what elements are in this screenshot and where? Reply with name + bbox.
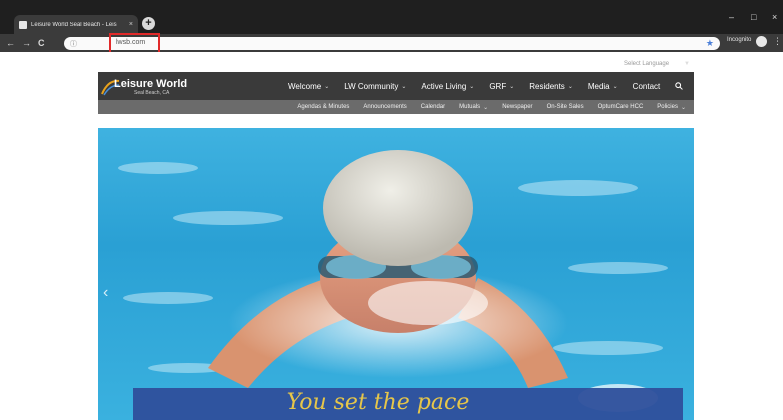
nav-item-label: Residents <box>529 81 565 91</box>
chevron-down-icon: ⌄ <box>483 104 489 111</box>
logo-name: Leisure World <box>114 78 188 90</box>
forward-icon[interactable]: → <box>22 37 31 49</box>
nav-item-grf[interactable]: GRF ⌄ <box>489 82 514 91</box>
hero-slider: ‹ You set the pace <box>98 128 694 420</box>
incognito-avatar-icon[interactable] <box>756 36 767 47</box>
secondary-menu: Agendas & Minutes Announcements Calendar… <box>297 100 686 114</box>
main-menu: Welcome ⌄ LW Community ⌄ Active Living ⌄ GR… <box>288 72 684 100</box>
nav-item-label: Contact <box>632 81 661 91</box>
close-window-icon[interactable]: × <box>772 12 777 22</box>
language-select-label: Select Language <box>624 60 670 67</box>
chevron-down-icon: ⌄ <box>567 83 573 90</box>
chevron-down-icon: ⌄ <box>680 104 686 111</box>
browser-tab[interactable]: Leisure World Seal Beach - Leis × <box>14 15 138 34</box>
nav-item-active-living[interactable]: Active Living ⌄ <box>421 82 474 91</box>
subnav-item-label: Policies <box>657 104 678 110</box>
site-favicon-icon <box>19 20 27 29</box>
browser-menu-icon[interactable]: ⋮ <box>773 36 782 47</box>
back-icon[interactable]: ← <box>6 37 15 49</box>
chevron-down-icon: ⌄ <box>612 83 618 90</box>
subnav-item-agendas-minutes[interactable]: Agendas & Minutes <box>297 104 349 110</box>
tab-close-icon[interactable]: × <box>129 21 133 28</box>
maximize-icon[interactable]: □ <box>751 12 756 22</box>
subnav-item-newspaper[interactable]: Newspaper <box>502 104 532 110</box>
nav-item-welcome[interactable]: Welcome ⌄ <box>288 82 329 91</box>
nav-item-label: Active Living <box>421 81 467 91</box>
site-logo[interactable]: Leisure World Seal Beach, CA <box>100 75 188 97</box>
subnav-item-on-site-sales[interactable]: On-Site Sales <box>547 104 584 110</box>
logo-subtitle: Seal Beach, CA <box>134 90 170 96</box>
slider-prev-icon[interactable]: ‹ <box>103 284 108 302</box>
address-bar[interactable]: ⓘ lwsb.com ★ <box>64 37 720 50</box>
nav-item-media[interactable]: Media ⌄ <box>588 82 618 91</box>
tab-title: Leisure World Seal Beach - Leis <box>31 21 117 28</box>
secondary-navigation: Agendas & Minutes Announcements Calendar… <box>98 100 694 114</box>
language-select[interactable]: Select Language ▼ <box>596 58 692 69</box>
incognito-label: Incognito <box>727 37 752 43</box>
subnav-item-calendar[interactable]: Calendar <box>421 104 445 110</box>
nav-item-label: Media <box>587 81 610 91</box>
site-info-icon[interactable]: ⓘ <box>70 39 77 49</box>
main-navigation: Leisure World Seal Beach, CA Welcome ⌄ LW… <box>98 72 694 100</box>
chevron-down-icon: ⌄ <box>401 83 407 90</box>
chevron-down-icon: ▼ <box>684 60 690 67</box>
nav-item-lw-community[interactable]: LW Community ⌄ <box>344 82 406 91</box>
search-icon <box>675 82 684 90</box>
nav-item-residents[interactable]: Residents ⌄ <box>529 82 573 91</box>
subnav-item-optumcare-hcc[interactable]: OptumCare HCC <box>598 104 644 110</box>
nav-item-contact[interactable]: Contact <box>633 82 661 91</box>
hero-swimmer-image <box>118 150 668 412</box>
bookmark-star-icon[interactable]: ★ <box>706 38 714 49</box>
new-tab-button[interactable]: + <box>142 17 155 30</box>
minimize-icon[interactable]: – <box>729 12 734 22</box>
page-viewport: Select Language ▼ Leisure World Seal Bea… <box>0 52 783 420</box>
subnav-item-announcements[interactable]: Announcements <box>363 104 406 110</box>
subnav-item-policies[interactable]: Policies ⌄ <box>657 104 686 111</box>
chevron-down-icon: ⌄ <box>469 83 475 90</box>
subnav-item-label: Mutuals <box>459 104 481 110</box>
browser-titlebar: Leisure World Seal Beach - Leis × + – □ … <box>0 0 783 34</box>
nav-item-label: Welcome <box>288 81 322 91</box>
chevron-down-icon: ⌄ <box>509 83 515 90</box>
hero-tagline: You set the pace <box>286 390 470 415</box>
chevron-down-icon: ⌄ <box>324 83 330 90</box>
reload-icon[interactable]: C <box>38 37 45 49</box>
nav-item-label: LW Community <box>344 81 399 91</box>
nav-item-label: GRF <box>489 81 507 91</box>
search-button[interactable] <box>675 82 684 90</box>
subnav-item-mutuals[interactable]: Mutuals ⌄ <box>459 104 488 111</box>
